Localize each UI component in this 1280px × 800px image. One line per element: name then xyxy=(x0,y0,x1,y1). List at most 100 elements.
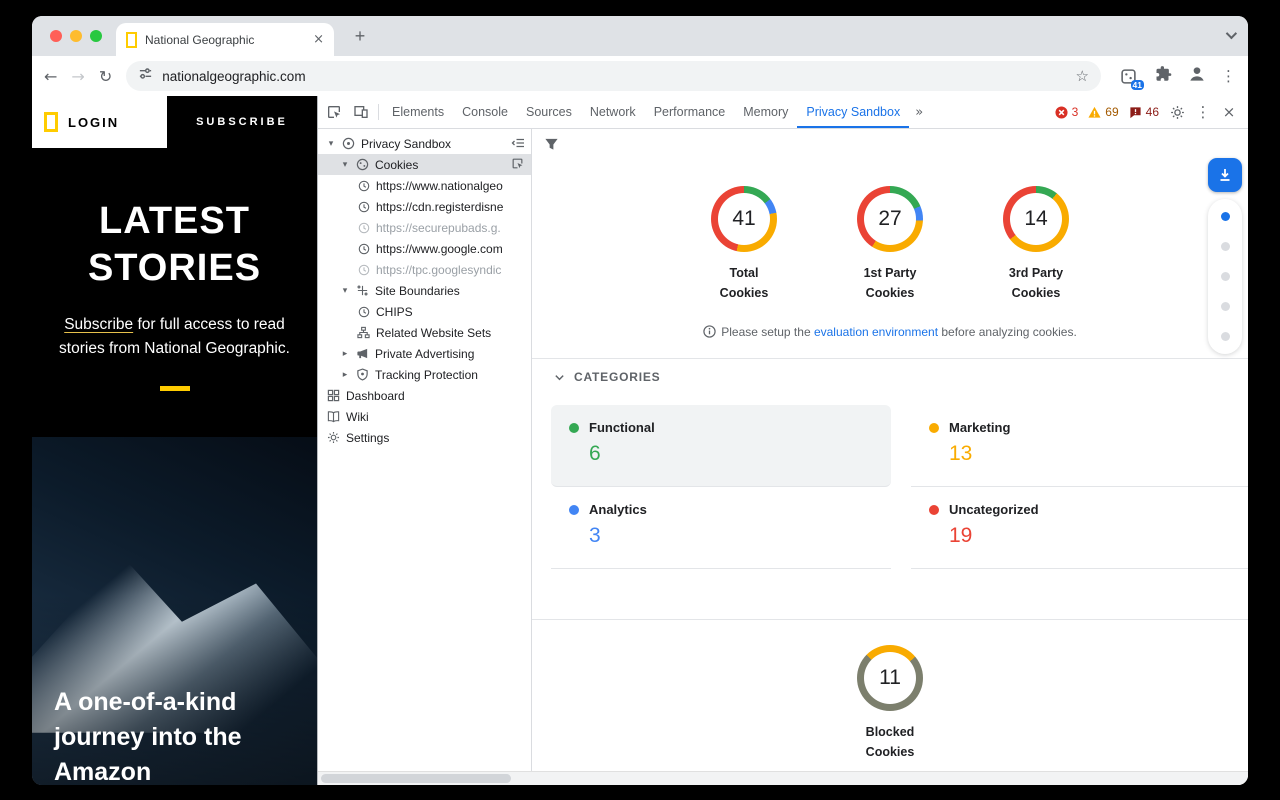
tab-elements[interactable]: Elements xyxy=(383,96,453,128)
tab-privacy-sandbox[interactable]: Privacy Sandbox xyxy=(797,96,909,128)
category-cards: Functional 6 Marketing 13 Analytics 3 xyxy=(551,405,1248,569)
total-cookies-label: TotalCookies xyxy=(699,263,789,303)
tab-memory[interactable]: Memory xyxy=(734,96,797,128)
tree-item-chips[interactable]: CHIPS xyxy=(318,301,531,322)
tree-item-site-boundaries[interactable]: ▾ Site Boundaries xyxy=(318,280,531,301)
minimize-window-button[interactable] xyxy=(70,30,82,42)
nav-dot[interactable] xyxy=(1221,272,1230,281)
chevron-down-icon xyxy=(554,372,565,383)
tree-item-origin-google[interactable]: https://www.google.com xyxy=(318,238,531,259)
blocked-cookies-stat: 11 BlockedCookies xyxy=(830,645,950,762)
issues-badge[interactable]: 46 xyxy=(1129,105,1159,119)
tree-item-cookies[interactable]: ▾ Cookies xyxy=(318,154,531,175)
console-warnings-badge[interactable]: 69 xyxy=(1088,105,1118,119)
categories-header[interactable]: CATEGORIES xyxy=(554,370,660,384)
subscribe-button[interactable]: SUBSCRIBE xyxy=(167,96,317,148)
extension-badge: 41 xyxy=(1131,80,1144,91)
horizontal-scrollbar[interactable] xyxy=(318,771,1248,785)
url-text: nationalgeographic.com xyxy=(162,69,305,84)
devtools-settings-icon[interactable] xyxy=(1164,99,1190,125)
evaluation-environment-link[interactable]: evaluation environment xyxy=(814,325,938,339)
tree-item-privacy-sandbox[interactable]: ▾ Privacy Sandbox xyxy=(318,133,531,154)
gear-icon xyxy=(326,430,341,445)
browser-menu-icon[interactable]: ⋮ xyxy=(1221,67,1236,85)
tree-item-wiki[interactable]: Wiki xyxy=(318,406,531,427)
login-link[interactable]: LOGIN xyxy=(68,115,119,130)
category-card-marketing[interactable]: Marketing 13 xyxy=(911,405,1248,487)
nav-dot[interactable] xyxy=(1221,332,1230,341)
devtools-close-icon[interactable]: × xyxy=(1216,99,1242,125)
privacy-sandbox-sidebar: ▾ Privacy Sandbox ▾ xyxy=(318,129,532,771)
tab-title: National Geographic xyxy=(145,33,254,47)
section-divider xyxy=(532,358,1248,359)
expand-arrow-icon[interactable]: ▾ xyxy=(340,160,350,170)
inspect-element-icon[interactable] xyxy=(320,99,347,126)
category-card-analytics[interactable]: Analytics 3 xyxy=(551,487,891,569)
clock-icon xyxy=(356,241,371,256)
more-tabs-button[interactable]: » xyxy=(909,105,929,120)
privacy-sandbox-icon xyxy=(341,136,356,151)
tree-item-private-advertising[interactable]: ▸ Private Advertising xyxy=(318,343,531,364)
tree-item-origin-registerdisney[interactable]: https://cdn.registerdisne xyxy=(318,196,531,217)
site-settings-icon[interactable] xyxy=(138,66,153,86)
console-errors-badge[interactable]: 3 xyxy=(1055,105,1079,119)
nav-dot[interactable] xyxy=(1221,242,1230,251)
scrollbar-thumb[interactable] xyxy=(321,774,511,783)
inspect-cursor-icon[interactable] xyxy=(511,157,526,172)
extensions-puzzle-icon[interactable] xyxy=(1155,65,1173,88)
natgeo-logo-icon[interactable] xyxy=(44,112,58,132)
download-report-button[interactable] xyxy=(1208,158,1242,192)
setup-note: Please setup the evaluation environment … xyxy=(532,325,1248,339)
subscribe-link[interactable]: Subscribe xyxy=(64,316,133,333)
close-window-button[interactable] xyxy=(50,30,62,42)
clock-icon xyxy=(356,220,371,235)
address-bar[interactable]: nationalgeographic.com ☆ xyxy=(126,61,1101,91)
nav-dot[interactable] xyxy=(1221,302,1230,311)
tree-item-origin-nationalgeographic[interactable]: https://www.nationalgeo xyxy=(318,175,531,196)
tab-sources[interactable]: Sources xyxy=(517,96,581,128)
nav-dot[interactable] xyxy=(1221,212,1230,221)
tab-network[interactable]: Network xyxy=(581,96,645,128)
device-toolbar-icon[interactable] xyxy=(347,99,374,126)
promo-text: Subscribe for full access to read storie… xyxy=(32,313,317,360)
tree-item-origin-securepubads[interactable]: https://securepubads.g. xyxy=(318,217,531,238)
total-cookies-donut: 41 xyxy=(711,186,777,252)
browser-tab[interactable]: National Geographic × xyxy=(116,23,334,56)
window-content: LOGIN SUBSCRIBE LATEST STORIES Subscribe… xyxy=(32,96,1248,785)
filter-funnel-icon[interactable] xyxy=(544,137,559,157)
tab-close-icon[interactable]: × xyxy=(313,33,324,46)
collapsed-arrow-icon[interactable]: ▸ xyxy=(340,349,350,359)
tab-performance[interactable]: Performance xyxy=(645,96,735,128)
category-card-uncategorized[interactable]: Uncategorized 19 xyxy=(911,487,1248,569)
devtools-menu-icon[interactable]: ⋮ xyxy=(1190,99,1216,125)
tree-item-tracking-protection[interactable]: ▸ Tracking Protection xyxy=(318,364,531,385)
hero-caption: A one-of-a-kind journey into the Amazon xyxy=(54,685,294,785)
reload-button[interactable]: ↻ xyxy=(99,67,112,86)
profile-avatar[interactable] xyxy=(1187,64,1207,89)
expand-arrow-icon[interactable]: ▾ xyxy=(326,139,336,149)
clock-icon xyxy=(356,199,371,214)
warning-icon xyxy=(1088,106,1101,119)
blocked-cookies-label: BlockedCookies xyxy=(830,722,950,762)
collapsed-arrow-icon[interactable]: ▸ xyxy=(340,370,350,380)
browser-window: National Geographic × + ← → ↻ nationalge… xyxy=(32,16,1248,785)
tree-item-dashboard[interactable]: Dashboard xyxy=(318,385,531,406)
info-icon xyxy=(703,325,716,338)
bookmark-star-icon[interactable]: ☆ xyxy=(1076,67,1089,85)
expand-arrow-icon[interactable]: ▾ xyxy=(340,286,350,296)
section-divider xyxy=(532,619,1248,620)
privacy-sandbox-extension-button[interactable]: 41 xyxy=(1115,64,1141,88)
tab-search-chevron-icon[interactable] xyxy=(1226,28,1237,39)
tab-console[interactable]: Console xyxy=(453,96,517,128)
collapse-list-icon[interactable] xyxy=(511,136,526,151)
back-button[interactable]: ← xyxy=(44,67,57,86)
tree-item-settings[interactable]: Settings xyxy=(318,427,531,448)
new-tab-button[interactable]: + xyxy=(348,24,372,48)
category-card-functional[interactable]: Functional 6 xyxy=(551,405,891,487)
uncategorized-dot-icon xyxy=(929,505,939,515)
zoom-window-button[interactable] xyxy=(90,30,102,42)
tree-item-related-website-sets[interactable]: Related Website Sets xyxy=(318,322,531,343)
forward-button[interactable]: → xyxy=(71,67,84,86)
tree-item-origin-googlesyndication[interactable]: https://tpc.googlesyndic xyxy=(318,259,531,280)
sitemap-icon xyxy=(356,325,371,340)
